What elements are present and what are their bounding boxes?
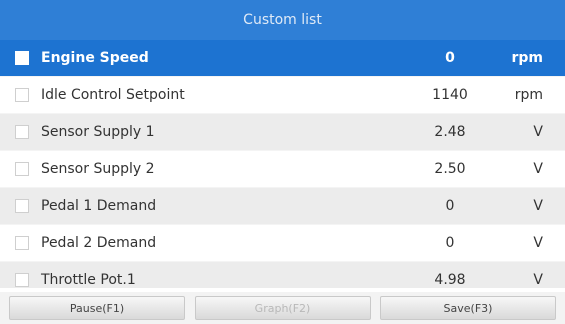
parameter-unit: V <box>533 272 543 288</box>
graph-button[interactable]: Graph(F2) <box>194 296 371 320</box>
parameter-value: 1140 <box>432 87 468 103</box>
parameter-name: Pedal 2 Demand <box>41 235 157 251</box>
parameter-name: Engine Speed <box>41 50 149 66</box>
row-checkbox[interactable] <box>15 125 29 139</box>
row-checkbox[interactable] <box>15 162 29 176</box>
parameter-unit: rpm <box>511 50 543 66</box>
parameter-value: 0 <box>445 198 455 214</box>
parameter-list: Engine Speed 0 rpm Idle Control Setpoint… <box>0 40 565 288</box>
list-item[interactable]: Pedal 1 Demand 0 V <box>0 188 565 225</box>
parameter-value: 0 <box>445 50 455 66</box>
parameter-value: 4.98 <box>434 272 466 288</box>
parameter-unit: V <box>533 235 543 251</box>
header-bar: Custom list <box>0 0 565 40</box>
pause-button[interactable]: Pause(F1) <box>9 296 185 320</box>
row-checkbox[interactable] <box>15 273 29 287</box>
row-checkbox[interactable] <box>15 236 29 250</box>
parameter-value: 2.48 <box>434 124 466 140</box>
list-item[interactable]: Throttle Pot.1 4.98 V <box>0 262 565 288</box>
page-title: Custom list <box>243 12 322 28</box>
row-checkbox[interactable] <box>15 51 29 65</box>
parameter-name: Sensor Supply 2 <box>41 161 155 177</box>
parameter-unit: rpm <box>514 87 543 103</box>
parameter-name: Throttle Pot.1 <box>41 272 136 288</box>
save-button[interactable]: Save(F3) <box>380 296 556 320</box>
list-item[interactable]: Idle Control Setpoint 1140 rpm <box>0 77 565 114</box>
parameter-unit: V <box>533 124 543 140</box>
bottom-toolbar: Pause(F1) Graph(F2) Save(F3) <box>0 292 565 324</box>
parameter-unit: V <box>533 198 543 214</box>
parameter-name: Idle Control Setpoint <box>41 87 185 103</box>
parameter-value: 2.50 <box>434 161 466 177</box>
parameter-name: Pedal 1 Demand <box>41 198 157 214</box>
list-item[interactable]: Sensor Supply 2 2.50 V <box>0 151 565 188</box>
list-item[interactable]: Sensor Supply 1 2.48 V <box>0 114 565 151</box>
parameter-unit: V <box>533 161 543 177</box>
list-item[interactable]: Engine Speed 0 rpm <box>0 40 565 77</box>
list-item[interactable]: Pedal 2 Demand 0 V <box>0 225 565 262</box>
row-checkbox[interactable] <box>15 199 29 213</box>
parameter-value: 0 <box>445 235 455 251</box>
row-checkbox[interactable] <box>15 88 29 102</box>
parameter-name: Sensor Supply 1 <box>41 124 155 140</box>
